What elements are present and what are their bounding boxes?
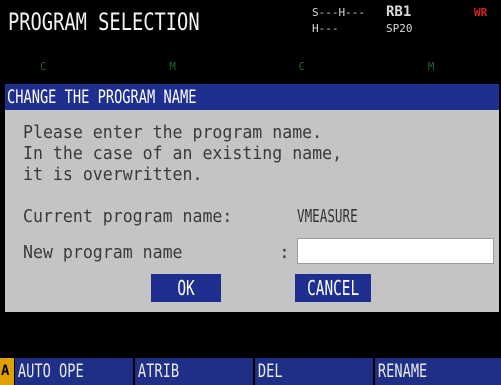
rename-dialog: CHANGE THE PROGRAM NAME Please enter the… — [5, 84, 499, 312]
f4-label: RENAME — [377, 360, 428, 382]
f1-label: AUTO OPE — [17, 360, 84, 382]
cancel-button-label: CANCEL — [306, 276, 360, 300]
ok-button-label: OK — [177, 276, 195, 300]
status-flag: WR — [474, 6, 488, 19]
dialog-titlebar: CHANGE THE PROGRAM NAME — [5, 84, 499, 110]
f2-atrib-button[interactable]: ATRIB — [135, 358, 253, 385]
new-name-label: New program name — [23, 242, 183, 263]
status-robot: RB1 — [386, 4, 412, 20]
status-speed: SP20 — [386, 22, 413, 35]
dialog-message-line-2: In the case of an existing name, — [23, 143, 343, 164]
f4-rename-button[interactable]: RENAME — [375, 358, 501, 385]
function-key-bar: A AUTO OPE ATRIB DEL RENAME — [0, 358, 501, 385]
status-line-1: S---H--- — [312, 6, 365, 19]
function-bar-indicator: A — [0, 358, 14, 385]
dialog-message-line-3: it is overwritten. — [23, 164, 203, 185]
cancel-button[interactable]: CANCEL — [295, 274, 371, 302]
f1-auto-ope-button[interactable]: AUTO OPE — [15, 358, 133, 385]
screen-title: PROGRAM SELECTION — [8, 8, 200, 36]
ok-button[interactable]: OK — [151, 274, 221, 302]
status-indicators: S---H--- H--- RB1 SP20 WR — [312, 4, 497, 42]
new-name-input[interactable] — [297, 238, 494, 264]
background-strip: C M C M — [40, 60, 493, 72]
header-bar: PROGRAM SELECTION S---H--- H--- RB1 SP20… — [0, 0, 501, 48]
dialog-title: CHANGE THE PROGRAM NAME — [7, 86, 197, 108]
status-line-2: H--- — [312, 22, 339, 35]
dialog-message-line-1: Please enter the program name. — [23, 122, 323, 143]
current-name-value: VMEASURE — [297, 206, 358, 227]
f3-label: DEL — [257, 360, 283, 382]
f2-label: ATRIB — [137, 360, 180, 382]
indicator-label: A — [1, 363, 10, 379]
program-selection-screen: PROGRAM SELECTION S---H--- H--- RB1 SP20… — [0, 0, 501, 385]
f3-del-button[interactable]: DEL — [255, 358, 373, 385]
new-name-colon: : — [279, 242, 290, 263]
current-name-label: Current program name: — [23, 206, 233, 227]
